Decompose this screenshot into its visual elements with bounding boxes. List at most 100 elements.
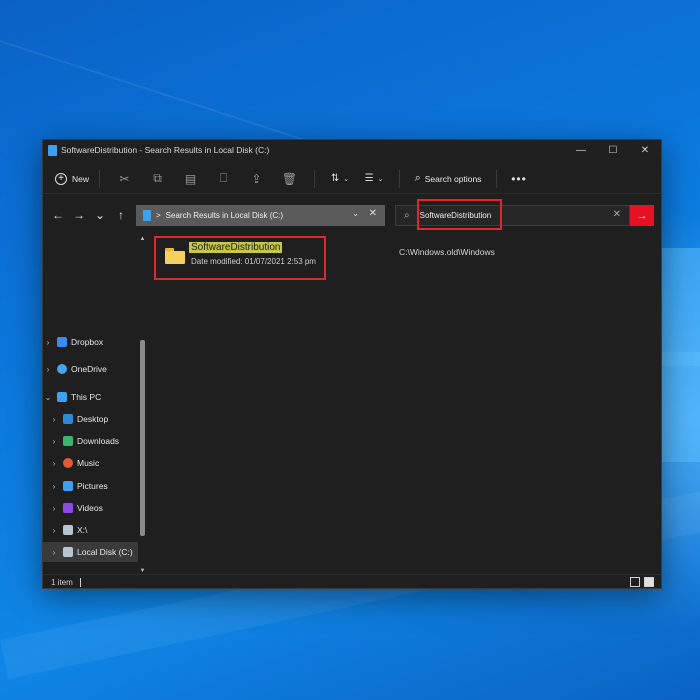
chevron-down-icon[interactable]: ⌄ <box>43 393 53 402</box>
sidebar-item-label: Dropbox <box>71 337 104 347</box>
sort-icon: ⇅ <box>330 173 340 184</box>
title-bar[interactable]: SoftwareDistribution - Search Results in… <box>43 140 661 160</box>
large-icons-view-button[interactable] <box>644 577 654 587</box>
address-bar[interactable]: > Search Results in Local Disk (C:) ⌄ ✕ <box>136 205 385 226</box>
sidebar-item-label: OneDrive <box>71 364 107 374</box>
sidebar-item-label: Pictures <box>77 481 108 491</box>
back-button[interactable]: ← <box>49 206 67 224</box>
rename-button[interactable]: ⎕ <box>207 167 240 191</box>
search-options-icon: ⌕ <box>414 172 421 184</box>
computer-icon <box>57 392 67 402</box>
dropbox-icon <box>57 337 67 347</box>
close-icon[interactable]: ✕ <box>369 208 377 219</box>
sidebar-item-desktop[interactable]: › Desktop <box>43 409 138 429</box>
plus-icon: + <box>54 172 67 185</box>
result-location: C:\Windows.old\Windows <box>399 247 495 257</box>
videos-icon <box>63 503 73 513</box>
sidebar-item-label: Local Disk (C:) <box>77 547 133 557</box>
sidebar-item-label: Music <box>77 458 100 468</box>
copy-button[interactable]: ⧉ <box>141 167 174 191</box>
search-results-icon <box>143 210 151 221</box>
toolbar-divider <box>99 169 100 188</box>
search-options-button[interactable]: ⌕ Search options <box>408 167 488 191</box>
chevron-right-icon[interactable]: › <box>49 482 59 491</box>
toolbar-divider <box>496 169 497 188</box>
command-bar: + New ✂ ⧉ ▤ ⎕ ⇪ 🗑 ⇅ ⌄ ☰ ⌄ ⌕ Search options… <box>43 164 661 194</box>
sidebar-item-downloads[interactable]: › Downloads <box>43 431 138 451</box>
share-icon: ⇪ <box>251 171 262 186</box>
sidebar-item-label: Videos <box>77 503 103 513</box>
close-button[interactable]: ✕ <box>629 140 661 160</box>
chevron-right-icon[interactable]: › <box>49 459 59 468</box>
wallpaper-logo-pane <box>660 248 700 366</box>
toolbar-divider <box>399 169 400 188</box>
nav-pane-scrollbar[interactable]: ▲ ▼ <box>138 236 147 574</box>
navigation-pane: › Dropbox › OneDrive ⌄ This PC › Desktop… <box>43 236 150 574</box>
scrollbar-thumb[interactable] <box>140 340 145 536</box>
window-title: SoftwareDistribution - Search Results in… <box>61 145 270 155</box>
search-icon: ⌕ <box>404 210 410 221</box>
share-button[interactable]: ⇪ <box>240 167 273 191</box>
drive-icon <box>63 525 73 535</box>
wallpaper-logo-pane <box>660 352 700 462</box>
paste-button[interactable]: ▤ <box>174 167 207 191</box>
file-explorer-icon <box>48 144 57 156</box>
breadcrumb: Search Results in Local Disk (C:) <box>165 211 284 220</box>
desktop-icon <box>63 414 73 424</box>
search-results-pane: SoftwareDistribution Date modified: 01/0… <box>150 236 661 574</box>
chevron-right-icon[interactable]: › <box>49 415 59 424</box>
sidebar-item-x-drive[interactable]: › X:\ <box>43 520 138 540</box>
chevron-down-icon[interactable]: ⌄ <box>352 209 359 218</box>
clipboard-icon: ▤ <box>184 171 197 186</box>
chevron-right-icon[interactable]: › <box>49 548 59 557</box>
delete-button[interactable]: 🗑 <box>273 167 306 191</box>
minimize-button[interactable]: — <box>565 140 597 160</box>
search-highlight-box <box>417 199 502 230</box>
up-button[interactable]: ↑ <box>112 206 130 224</box>
result-highlight-box <box>154 236 326 280</box>
chevron-right-icon[interactable]: › <box>49 504 59 513</box>
view-list-icon: ☰ <box>364 173 374 184</box>
navigation-row: ← → ⌄ ↑ > Search Results in Local Disk (… <box>43 202 661 228</box>
forward-button[interactable]: → <box>70 206 88 224</box>
sidebar-item-onedrive[interactable]: › OneDrive <box>43 359 138 379</box>
more-options-button[interactable]: ••• <box>505 167 533 191</box>
chevron-right-icon[interactable]: › <box>43 338 53 347</box>
copy-icon: ⧉ <box>153 171 162 185</box>
sidebar-item-label: This PC <box>71 392 102 402</box>
chevron-right-icon[interactable]: › <box>43 365 53 374</box>
maximize-button[interactable]: ☐ <box>597 140 629 160</box>
sort-button[interactable]: ⇅ ⌄ <box>323 167 357 191</box>
hard-drive-icon <box>63 547 73 557</box>
search-options-label: Search options <box>424 173 482 184</box>
new-label: New <box>71 173 89 184</box>
recent-locations-button[interactable]: ⌄ <box>91 206 109 224</box>
new-button[interactable]: + New <box>53 167 91 191</box>
sidebar-item-local-disk[interactable]: › Local Disk (C:) <box>43 542 138 562</box>
sidebar-item-label: Desktop <box>77 414 109 424</box>
chevron-right-icon[interactable]: › <box>49 437 59 446</box>
details-view-button[interactable] <box>630 577 640 587</box>
music-icon <box>63 458 73 468</box>
download-icon <box>63 436 73 446</box>
sidebar-item-music[interactable]: › Music <box>43 453 138 473</box>
file-explorer-window: SoftwareDistribution - Search Results in… <box>42 139 662 589</box>
search-go-button[interactable]: → <box>630 205 654 226</box>
sidebar-item-label: Downloads <box>77 436 120 446</box>
chevron-right-icon[interactable]: › <box>49 526 59 535</box>
trash-icon: 🗑 <box>281 171 298 186</box>
toolbar-divider <box>314 169 315 188</box>
status-bar: 1 item <box>43 574 661 589</box>
sidebar-item-videos[interactable]: › Videos <box>43 498 138 518</box>
sidebar-item-this-pc[interactable]: ⌄ This PC <box>43 387 138 407</box>
sidebar-item-dropbox[interactable]: › Dropbox <box>43 332 138 352</box>
sidebar-item-pictures[interactable]: › Pictures <box>43 476 138 496</box>
view-button[interactable]: ☰ ⌄ <box>357 167 391 191</box>
rename-icon: ⎕ <box>219 171 228 185</box>
chevron-down-icon: ⌄ <box>343 175 350 183</box>
cut-button[interactable]: ✂ <box>108 167 141 191</box>
onedrive-icon <box>57 364 67 374</box>
item-count: 1 item <box>51 577 73 587</box>
clear-search-button[interactable]: ✕ <box>613 209 621 220</box>
scroll-up-icon[interactable]: ▲ <box>138 236 147 242</box>
